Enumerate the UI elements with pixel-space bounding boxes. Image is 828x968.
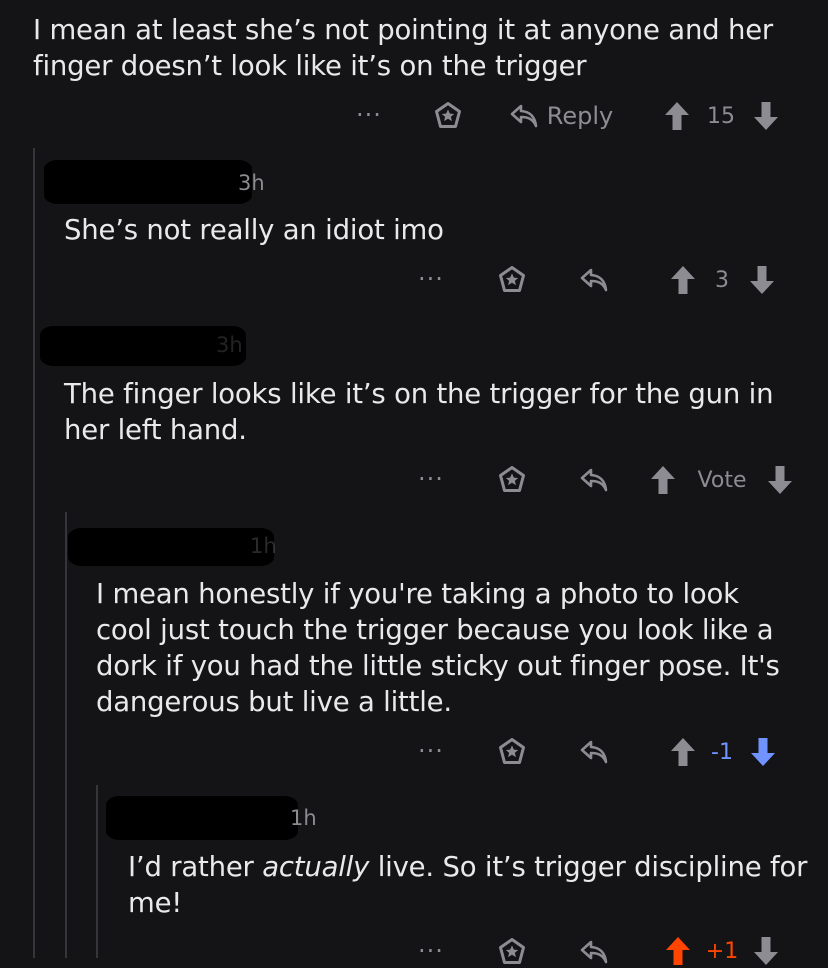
redacted-username <box>44 160 252 204</box>
downvote-icon[interactable] <box>766 465 794 495</box>
score: 15 <box>707 103 735 129</box>
upvote-icon[interactable] <box>664 936 692 966</box>
reply-button[interactable] <box>578 738 610 766</box>
upvote-icon[interactable] <box>663 101 691 131</box>
comment-body: She’s not really an idiot imo <box>64 214 444 246</box>
award-icon[interactable] <box>432 100 464 132</box>
downvote-icon[interactable] <box>752 101 780 131</box>
timestamp: 1h <box>250 534 277 558</box>
reply-icon <box>579 939 609 965</box>
downvote-icon[interactable] <box>749 737 777 767</box>
reply-icon <box>579 267 609 293</box>
score: -1 <box>711 739 733 765</box>
timestamp: 3h <box>216 333 243 357</box>
score: 3 <box>715 267 729 293</box>
reply-button[interactable] <box>578 266 610 294</box>
downvote-icon[interactable] <box>752 936 780 966</box>
upvote-icon[interactable] <box>669 737 697 767</box>
redacted-username <box>106 796 298 840</box>
more-icon[interactable]: ··· <box>414 264 448 294</box>
reply-button[interactable] <box>578 466 610 494</box>
comment-body: The finger looks like it’s on the trigge… <box>64 378 774 446</box>
comment-text: I’d rather <box>128 851 263 883</box>
comment-body: I mean at least she’s not pointing it at… <box>33 14 774 82</box>
redacted-username <box>68 528 274 566</box>
comment-body: I’d rather actually live. So it’s trigge… <box>128 849 808 921</box>
reply-button[interactable] <box>578 938 610 966</box>
thread-line <box>96 785 98 958</box>
reply-label: Reply <box>546 102 614 130</box>
thread-line <box>65 512 67 958</box>
more-icon[interactable]: ··· <box>414 736 448 766</box>
thread-line <box>33 148 35 958</box>
reply-button[interactable]: Reply <box>508 100 614 132</box>
upvote-icon[interactable] <box>669 265 697 295</box>
award-icon[interactable] <box>496 936 528 968</box>
comment-body: I mean honestly if you're taking a photo… <box>96 578 780 718</box>
timestamp: 3h <box>238 171 265 195</box>
vote-label: Vote <box>697 467 747 493</box>
downvote-icon[interactable] <box>748 265 776 295</box>
more-icon[interactable]: ··· <box>352 100 386 130</box>
reply-icon <box>579 467 609 493</box>
upvote-icon[interactable] <box>649 465 677 495</box>
comment-emphasis: actually <box>262 851 370 883</box>
award-icon[interactable] <box>496 264 528 296</box>
award-icon[interactable] <box>496 464 528 496</box>
timestamp: 1h <box>290 806 317 830</box>
more-icon[interactable]: ··· <box>414 464 448 494</box>
reply-icon <box>509 103 539 129</box>
reply-icon <box>579 739 609 765</box>
more-icon[interactable]: ··· <box>414 936 448 966</box>
score: +1 <box>705 938 739 964</box>
award-icon[interactable] <box>496 736 528 768</box>
